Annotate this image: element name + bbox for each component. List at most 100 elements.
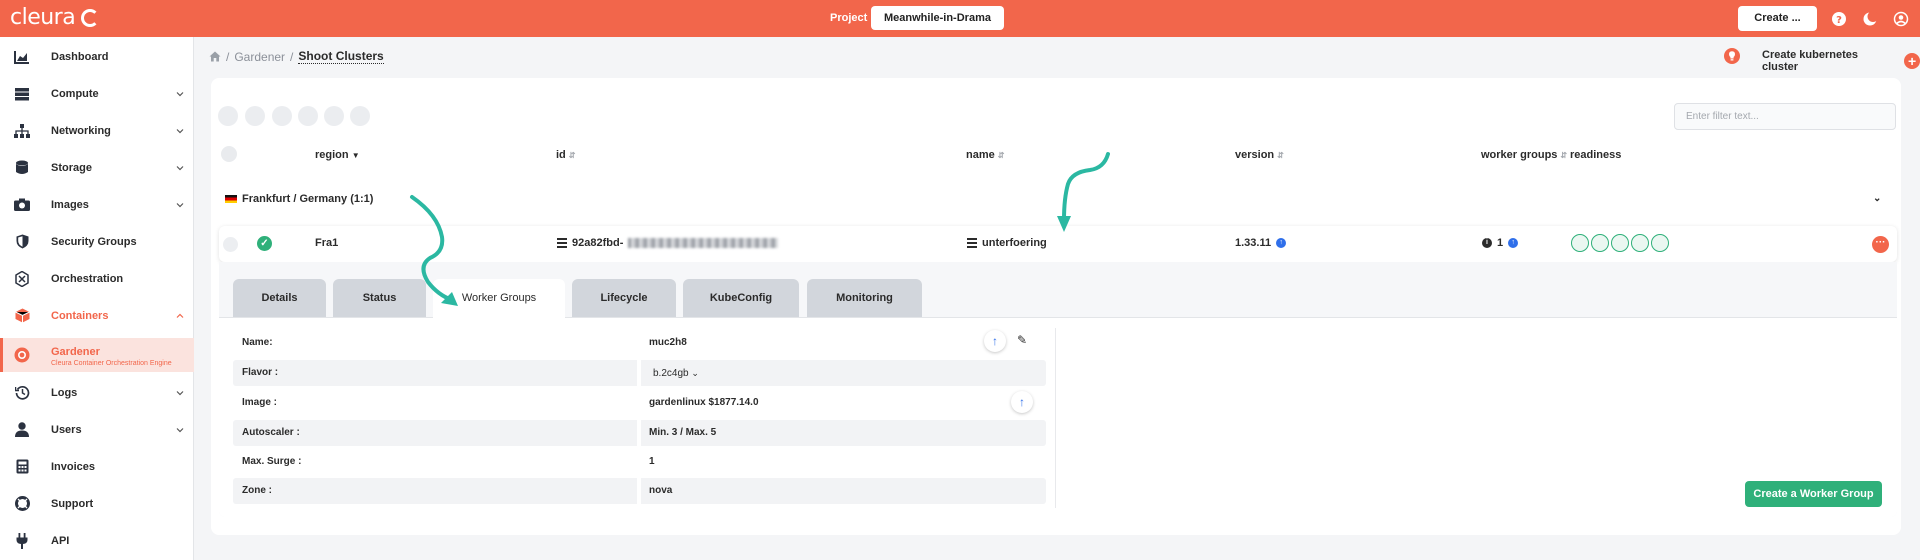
arrow-up-icon[interactable]: ↑ [984, 330, 1006, 352]
column-header-worker-groups[interactable]: worker groups ⇵ [1481, 149, 1567, 161]
sidebar-item-logs[interactable]: Logs [0, 374, 194, 411]
cell-region: Fra1 [315, 237, 339, 249]
create-worker-group-button[interactable]: Create a Worker Group [1745, 481, 1882, 507]
sidebar-item-support[interactable]: Support [0, 485, 194, 522]
help-icon[interactable]: ? [1831, 11, 1847, 27]
user-icon [14, 422, 30, 438]
info-icon[interactable]: i [1482, 238, 1492, 248]
upgrade-available-icon[interactable]: ↑ [1508, 238, 1519, 248]
play-icon[interactable] [324, 106, 344, 126]
sidebar-item-containers[interactable]: Containers [0, 297, 194, 334]
plus-circle-icon[interactable]: + [1904, 53, 1920, 69]
svg-text:?: ? [1836, 15, 1842, 26]
sidebar-item-dashboard[interactable]: Dashboard [0, 38, 194, 75]
home-icon[interactable] [209, 51, 221, 62]
cleura-logo[interactable]: cleura [10, 5, 100, 30]
shield-icon [14, 234, 30, 250]
create-menu-button[interactable]: Create ... [1738, 6, 1817, 31]
tab-lifecycle[interactable]: Lifecycle [572, 279, 676, 317]
sidebar-item-label: Containers [51, 309, 109, 322]
create-cluster-action[interactable]: Create kubernetes cluster + [1762, 49, 1920, 73]
sidebar-item-orchestration[interactable]: Orchestration [0, 260, 194, 297]
wrench-icon[interactable] [218, 106, 238, 126]
project-label: Project [830, 12, 868, 24]
database-icon [14, 160, 30, 176]
field-row-autoscaler: Autoscaler : Min. 3 / Max. 5 [233, 420, 1046, 446]
arrow-up-icon[interactable]: ↑ [1011, 391, 1033, 413]
cell-name[interactable]: unterfoering [967, 237, 1047, 249]
row-checkbox[interactable] [223, 237, 238, 252]
cell-id-prefix: 92a82fbd- [572, 237, 624, 249]
column-header-version[interactable]: version ⇵ [1235, 149, 1284, 161]
sidebar-item-label: Networking [51, 124, 111, 137]
breadcrumb-gardener[interactable]: Gardener [234, 50, 285, 64]
lightbulb-icon[interactable] [1724, 48, 1740, 64]
sidebar-item-label: Storage [51, 161, 92, 174]
column-header-region[interactable]: region ▼ [315, 149, 360, 161]
chevron-down-icon [176, 165, 184, 170]
germany-flag-icon [225, 195, 237, 203]
breadcrumb: / Gardener / Shoot Clusters [209, 49, 384, 64]
check-circle-icon: ✓ [257, 236, 272, 251]
field-label: Max. Surge : [242, 456, 302, 467]
tab-worker-groups[interactable]: Worker Groups [433, 279, 565, 318]
breadcrumb-separator: / [290, 49, 294, 64]
sidebar-item-label: Invoices [51, 460, 96, 473]
sidebar-item-label: Security Groups [51, 235, 137, 248]
sidebar-item-compute[interactable]: Compute [0, 75, 194, 112]
tab-monitoring[interactable]: Monitoring [807, 279, 922, 317]
field-label: Image : [242, 397, 278, 408]
cogs-icon[interactable] [272, 106, 292, 126]
chevron-down-icon[interactable]: ⌄ [1873, 193, 1881, 204]
tab-status[interactable]: Status [333, 279, 426, 317]
upgrade-available-icon[interactable]: ↑ [1276, 238, 1287, 248]
user-account-icon[interactable] [1893, 11, 1909, 27]
tab-details[interactable]: Details [233, 279, 326, 317]
trash-icon[interactable] [350, 106, 370, 126]
sidebar-item-api[interactable]: API [0, 522, 194, 559]
column-header-id[interactable]: id ⇵ [556, 149, 575, 161]
cell-version-text: 1.33.11 [1235, 237, 1272, 249]
sidebar-item-label: Dashboard [51, 50, 109, 63]
chevron-down-icon [176, 390, 184, 395]
camera-icon [14, 197, 30, 213]
select-all-checkbox[interactable] [221, 146, 237, 162]
project-selector-button[interactable]: Meanwhile-in-Drama [871, 6, 1004, 30]
filter-input[interactable]: Enter filter text... [1674, 103, 1896, 130]
sidebar-item-security-groups[interactable]: Security Groups [0, 223, 194, 260]
region-group-row[interactable]: Frankfurt / Germany (1:1) [225, 193, 373, 205]
sidebar-item-label: Support [51, 497, 94, 510]
cell-readiness [1571, 234, 1669, 252]
chevron-down-icon [176, 128, 184, 133]
field-value: 1 [649, 456, 655, 467]
sidebar-item-label: Compute [51, 87, 99, 100]
flavor-select[interactable]: b.2c4gb ⌄ [641, 360, 1046, 386]
moon-icon[interactable] [1862, 11, 1879, 27]
sidebar-item-invoices[interactable]: Invoices [0, 448, 194, 485]
sidebar-item-images[interactable]: Images [0, 186, 194, 223]
orchestration-icon [14, 270, 30, 287]
sidebar-item-users[interactable]: Users [0, 411, 194, 448]
sidebar-item-gardener[interactable]: Gardener Cleura Container Orchestration … [0, 338, 194, 372]
field-row-flavor: Flavor : b.2c4gb ⌄ [233, 360, 1046, 386]
plug-icon [14, 532, 30, 549]
more-actions-icon[interactable]: ··· [1872, 236, 1889, 253]
cell-worker-groups: i 1 ↑ [1482, 237, 1519, 249]
field-row-image: Image : gardenlinux $1877.14.0 [233, 390, 1046, 416]
edit-icon[interactable]: ✎ [1015, 333, 1029, 347]
chart-icon [14, 49, 30, 65]
field-value: nova [641, 478, 1046, 504]
stop-icon[interactable] [298, 106, 318, 126]
breadcrumb-separator: / [226, 49, 230, 64]
field-label: Flavor : [233, 360, 637, 386]
create-cluster-label[interactable]: Create kubernetes cluster [1762, 49, 1896, 73]
tab-kubeconfig[interactable]: KubeConfig [683, 279, 799, 317]
readiness-cloud-icon [1591, 234, 1609, 252]
sidebar-item-storage[interactable]: Storage [0, 149, 194, 186]
wrench-alt-icon[interactable] [245, 106, 265, 126]
logo-mark-icon [81, 8, 100, 27]
sidebar-item-networking[interactable]: Networking [0, 112, 194, 149]
column-header-name[interactable]: name ⇵ [966, 149, 1004, 161]
redacted-id [628, 238, 779, 248]
field-row-max-surge: Max. Surge : 1 [233, 449, 1046, 475]
